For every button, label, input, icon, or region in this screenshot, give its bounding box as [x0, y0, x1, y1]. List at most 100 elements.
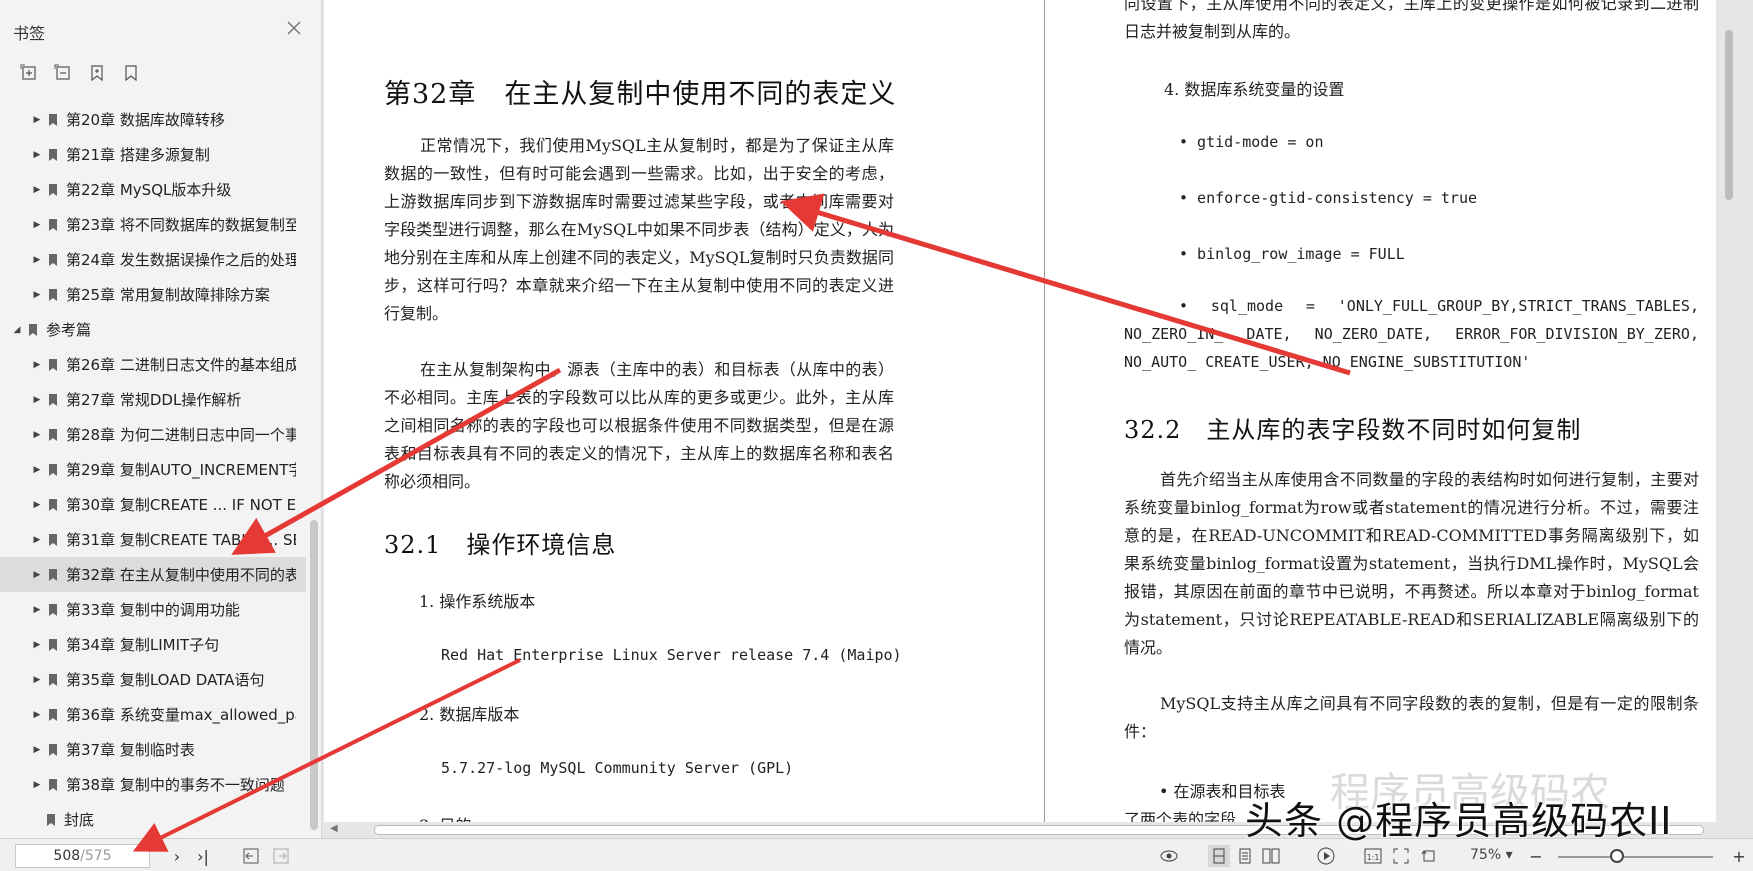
bullet-item: • binlog_row_image = FULL — [1179, 245, 1405, 263]
expand-arrow-icon[interactable]: ▶ — [32, 640, 42, 650]
back-icon[interactable] — [240, 845, 262, 867]
section-title: 32.1 操作环境信息 — [384, 531, 617, 559]
next-page-icon[interactable]: › — [166, 845, 188, 867]
bookmark-title: 书签 — [13, 24, 46, 43]
bookmark-group[interactable]: ◢ 参考篇 — [0, 312, 306, 347]
bookmark-icon — [49, 428, 57, 441]
bookmark-icon — [49, 743, 57, 756]
single-page-view-icon[interactable] — [1208, 845, 1230, 867]
expand-arrow-icon[interactable]: ▶ — [32, 780, 42, 790]
bookmark-icon — [49, 288, 57, 301]
bookmark-item[interactable]: ▶ 第35章 复制LOAD DATA语句 — [0, 662, 306, 697]
list-item: 1. 操作系统版本 — [419, 592, 536, 611]
scroll-left-icon[interactable]: ◀ — [330, 823, 338, 834]
page-number-input[interactable]: 508/575 — [15, 844, 150, 868]
vertical-scrollbar[interactable] — [1716, 0, 1753, 822]
zoom-select[interactable]: 75% ▾ — [1470, 847, 1513, 863]
continuous-view-icon[interactable] — [1234, 845, 1256, 867]
bookmark-icon — [49, 708, 57, 721]
bookmark-item[interactable]: ▶ 第36章 系统变量max_allowed_pa — [0, 697, 306, 732]
play-icon[interactable] — [1315, 845, 1337, 867]
expand-arrow-icon[interactable]: ▶ — [32, 115, 42, 125]
bookmark-item[interactable]: 封底 — [0, 802, 306, 837]
bookmark-item-selected[interactable]: ▶ 第32章 在主从复制中使用不同的表 — [0, 557, 306, 592]
bookmark-item[interactable]: ▶ 第34章 复制LIMIT子句 — [0, 627, 306, 662]
expand-arrow-icon[interactable]: ▶ — [32, 710, 42, 720]
bookmark-item[interactable]: ▶ 第26章 二进制日志文件的基本组成 — [0, 347, 306, 382]
expand-arrow-icon[interactable]: ▶ — [32, 605, 42, 615]
bookmark-item[interactable]: ▶ 第20章 数据库故障转移 — [0, 102, 306, 137]
bullet-item: • gtid-mode = on — [1179, 133, 1324, 151]
actual-size-icon[interactable]: 1:1 — [1362, 845, 1384, 867]
expand-arrow-icon[interactable]: ▶ — [32, 675, 42, 685]
expand-arrow-icon[interactable]: ▶ — [32, 745, 42, 755]
watermark: 头条 @程序员高级码农II — [1245, 799, 1673, 843]
bookmark-item[interactable]: ▶ 第23章 将不同数据库的数据复制至 — [0, 207, 306, 242]
expand-arrow-icon[interactable]: ▶ — [32, 185, 42, 195]
bookmark-item[interactable]: ▶ 第22章 MySQL版本升级 — [0, 172, 306, 207]
forward-icon[interactable] — [270, 845, 292, 867]
fit-page-icon[interactable] — [1390, 845, 1412, 867]
bookmark-icon — [49, 218, 57, 231]
zoom-slider-knob[interactable] — [1610, 849, 1624, 863]
bookmark-icon — [47, 813, 55, 826]
expand-arrow-icon[interactable]: ▶ — [32, 500, 42, 510]
scrollbar-thumb[interactable] — [310, 520, 318, 830]
bookmark-item[interactable]: ▶ 第24章 发生数据误操作之后的处理 — [0, 242, 306, 277]
svg-text:1:1: 1:1 — [1367, 853, 1380, 862]
add-bookmark-icon[interactable] — [86, 62, 108, 84]
expand-arrow-icon[interactable]: ▶ — [32, 395, 42, 405]
bookmark-item[interactable]: ▶ 第27章 常规DDL操作解析 — [0, 382, 306, 417]
bookmark-item[interactable]: ▶ 第25章 常用复制故障排除方案 — [0, 277, 306, 312]
expand-arrow-icon[interactable]: ▶ — [32, 430, 42, 440]
list-item: 3. 目的 — [419, 812, 471, 822]
pdf-reader-window: 书签 ▶ 第20章 数据库故障转移 ▶ 第21章 搭建多源复制 ▶ 第22章 MySQ… — [0, 0, 1753, 871]
zoom-out-icon[interactable]: − — [1525, 845, 1547, 867]
bookmark-item[interactable]: ▶ 第38章 复制中的事务不一致问题 — [0, 767, 306, 802]
expand-all-icon[interactable] — [18, 62, 40, 84]
bookmark-scrollbar[interactable] — [310, 100, 318, 830]
chapter-title: 第32章 在主从复制中使用不同的表定义 — [384, 79, 897, 110]
two-page-view-icon[interactable] — [1260, 845, 1282, 867]
zoom-slider[interactable] — [1558, 856, 1713, 858]
close-icon[interactable] — [284, 18, 304, 38]
collapse-arrow-icon[interactable]: ◢ — [12, 325, 22, 335]
bookmark-item[interactable]: ▶ 第29章 复制AUTO_INCREMENT字 — [0, 452, 306, 487]
expand-arrow-icon[interactable]: ▶ — [32, 255, 42, 265]
last-page-icon[interactable]: ›| — [192, 845, 214, 867]
expand-arrow-icon[interactable]: ▶ — [32, 570, 42, 580]
page-divider — [1044, 0, 1045, 822]
scrollbar-thumb[interactable] — [1724, 30, 1734, 200]
rotate-icon[interactable] — [1418, 845, 1440, 867]
paragraph: 首先介绍当主从库使用含不同数量的字段的表结构时如何进行复制，主要对系统变量bin… — [1124, 470, 1699, 657]
page-spread: 第32章 在主从复制中使用不同的表定义 正常情况下，我们使用MySQL主从复制时… — [324, 0, 1716, 822]
bookmark-icon — [49, 393, 57, 406]
bookmark-icon — [49, 498, 57, 511]
expand-arrow-icon[interactable]: ▶ — [32, 535, 42, 545]
bookmark-icon — [49, 253, 57, 266]
bookmark-list: ▶ 第20章 数据库故障转移 ▶ 第21章 搭建多源复制 ▶ 第22章 MySQL版本… — [0, 102, 306, 837]
paragraph: 同设置下，主从库使用不同的表定义，主库上的变更操作是如何被记录到二进制日志并被复… — [1124, 0, 1699, 41]
bookmark-icon — [29, 323, 37, 336]
eye-icon[interactable] — [1158, 845, 1180, 867]
bookmark-item[interactable]: ▶ 第21章 搭建多源复制 — [0, 137, 306, 172]
expand-arrow-icon[interactable]: ▶ — [32, 220, 42, 230]
bookmark-icon — [49, 603, 57, 616]
zoom-in-icon[interactable]: + — [1728, 845, 1750, 867]
bookmark-header: 书签 — [0, 0, 322, 60]
collapse-all-icon[interactable] — [52, 62, 74, 84]
bookmark-icon[interactable] — [120, 62, 142, 84]
expand-arrow-icon[interactable]: ▶ — [32, 360, 42, 370]
bookmark-item[interactable]: ▶ 第30章 复制CREATE ... IF NOT EX — [0, 487, 306, 522]
expand-arrow-icon[interactable]: ▶ — [32, 150, 42, 160]
expand-arrow-icon[interactable]: ▶ — [32, 465, 42, 475]
bookmark-item[interactable]: ▶ 第31章 复制CREATE TABLE ... SEL — [0, 522, 306, 557]
document-view[interactable]: 第32章 在主从复制中使用不同的表定义 正常情况下，我们使用MySQL主从复制时… — [324, 0, 1753, 838]
bookmark-item[interactable]: ▶ 第37章 复制临时表 — [0, 732, 306, 767]
expand-arrow-icon[interactable]: ▶ — [32, 290, 42, 300]
bookmark-item[interactable]: ▶ 第33章 复制中的调用功能 — [0, 592, 306, 627]
bookmark-item[interactable]: ▶ 第28章 为何二进制日志中同一个事 — [0, 417, 306, 452]
list-item: 4. 数据库系统变量的设置 — [1164, 80, 1345, 99]
list-item-value: Red Hat Enterprise Linux Server release … — [441, 646, 902, 664]
bookmark-toolbar — [18, 62, 142, 84]
